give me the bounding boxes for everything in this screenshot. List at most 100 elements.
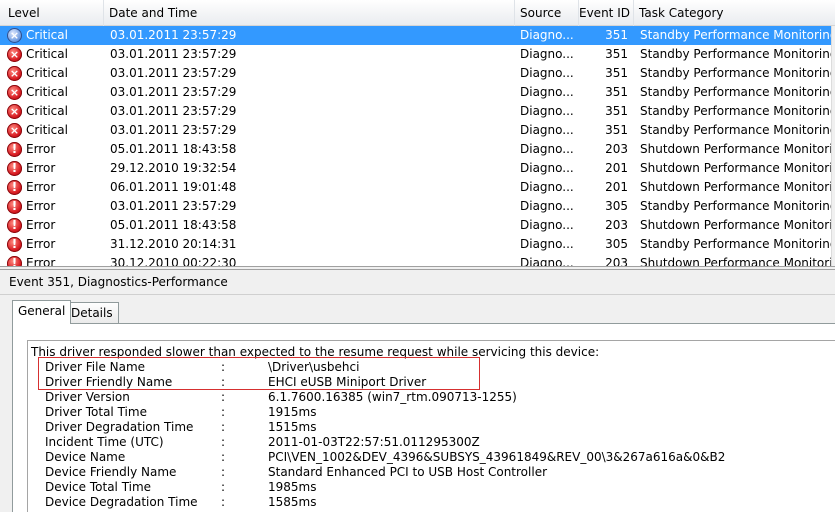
row-event-id: 203 xyxy=(605,218,628,232)
error-icon: ! xyxy=(7,237,22,252)
table-row[interactable]: × Critical 03.01.2011 23:57:29 Diagno... 351… xyxy=(0,102,835,121)
row-level-label: Critical xyxy=(26,28,68,42)
row-level: ! Error xyxy=(0,140,104,159)
property-name: Device Name xyxy=(45,450,126,464)
row-date: 05.01.2011 18:43:58 xyxy=(110,142,237,156)
error-icon: ! xyxy=(7,180,22,195)
property-name: Device Total Time xyxy=(45,480,152,494)
property-name: Driver Total Time xyxy=(45,405,147,419)
column-header-event-id[interactable]: Event ID xyxy=(579,0,634,26)
row-task-category: Standby Performance Monitoring xyxy=(640,47,835,61)
row-date: 03.01.2011 23:57:29 xyxy=(110,47,237,61)
event-rows: × Critical 03.01.2011 23:57:29 Diagno... 351… xyxy=(0,26,835,266)
row-task-category: Shutdown Performance Monitoring xyxy=(640,218,835,232)
property-value: 2011-01-03T22:57:51.011295300Z xyxy=(268,435,480,449)
error-icon: ! xyxy=(7,142,22,157)
event-message-box[interactable]: This driver responded slower than expect… xyxy=(27,340,835,512)
row-level: × Critical xyxy=(0,121,104,140)
row-level: ! Error xyxy=(0,216,104,235)
table-row[interactable]: ! Error 29.12.2010 19:32:54 Diagno... 201 Shu… xyxy=(0,159,835,178)
property-value: 6.1.7600.16385 (win7_rtm.090713-1255) xyxy=(268,390,517,404)
row-event-id: 201 xyxy=(605,180,628,194)
table-row[interactable]: ! Error 31.12.2010 20:14:31 Diagno... 305 Sta… xyxy=(0,235,835,254)
property-value: Standard Enhanced PCI to USB Host Contro… xyxy=(268,465,548,479)
row-level-label: Critical xyxy=(26,104,68,118)
row-date: 30.12.2010 00:22:30 xyxy=(110,256,237,266)
critical-icon: × xyxy=(7,123,22,138)
table-row[interactable]: ! Error 06.01.2011 19:01:48 Diagno... 201 Shu… xyxy=(0,178,835,197)
row-level: ! Error xyxy=(0,159,104,178)
column-header-row: ^ Level Date and Time Source Event ID Ta… xyxy=(0,0,835,26)
row-date: 03.01.2011 23:57:29 xyxy=(110,104,237,118)
row-date: 03.01.2011 23:57:29 xyxy=(110,199,237,213)
property-value: 1985ms xyxy=(268,480,317,494)
property-row: Device Degradation Time: 1585ms xyxy=(28,495,828,510)
table-row[interactable]: ! Error 30.12.2010 00:22:30 Diagno... 203 Shu… xyxy=(0,254,835,266)
critical-icon: × xyxy=(7,104,22,119)
row-date: 03.01.2011 23:57:29 xyxy=(110,66,237,80)
row-event-id: 351 xyxy=(605,123,628,137)
property-separator: : xyxy=(221,465,226,479)
row-level-label: Critical xyxy=(26,85,68,99)
property-separator: : xyxy=(221,405,226,419)
row-event-id: 351 xyxy=(605,47,628,61)
tab-general[interactable]: General xyxy=(12,300,72,324)
column-header-task-category[interactable]: Task Category xyxy=(634,0,835,26)
row-event-id: 305 xyxy=(605,237,628,251)
property-row: Device Total Time: 1985ms xyxy=(28,480,828,495)
table-row[interactable]: × Critical 03.01.2011 23:57:29 Diagno... 351… xyxy=(0,121,835,140)
row-task-category: Shutdown Performance Monitoring xyxy=(640,142,835,156)
row-event-id: 201 xyxy=(605,161,628,175)
row-level-label: Error xyxy=(26,161,56,175)
event-list[interactable]: ^ Level Date and Time Source Event ID Ta… xyxy=(0,0,835,266)
row-event-id: 305 xyxy=(605,199,628,213)
table-row[interactable]: ! Error 05.01.2011 18:43:58 Diagno... 203 Shu… xyxy=(0,216,835,235)
row-level-label: Error xyxy=(26,199,56,213)
row-date: 29.12.2010 19:32:54 xyxy=(110,161,237,175)
column-header-date[interactable]: Date and Time xyxy=(104,0,515,26)
table-row[interactable]: ! Error 03.01.2011 23:57:29 Diagno... 305 Sta… xyxy=(0,197,835,216)
row-source: Diagno... xyxy=(520,218,574,232)
detail-divider xyxy=(0,294,835,295)
critical-icon: × xyxy=(7,66,22,81)
table-row[interactable]: ! Error 05.01.2011 18:43:58 Diagno... 203 Shu… xyxy=(0,140,835,159)
row-source: Diagno... xyxy=(520,180,574,194)
table-row[interactable]: × Critical 03.01.2011 23:57:29 Diagno... 351… xyxy=(0,83,835,102)
column-header-source[interactable]: Source xyxy=(515,0,579,26)
row-source: Diagno... xyxy=(520,161,574,175)
property-separator: : xyxy=(221,435,226,449)
table-row[interactable]: × Critical 03.01.2011 23:57:29 Diagno... 351… xyxy=(0,64,835,83)
row-level-label: Error xyxy=(26,256,56,266)
property-name: Device Friendly Name xyxy=(45,465,177,479)
critical-icon: × xyxy=(7,85,22,100)
column-header-level-label: Level xyxy=(8,6,40,20)
row-task-category: Shutdown Performance Monitoring xyxy=(640,256,835,266)
row-task-category: Standby Performance Monitoring xyxy=(640,28,835,42)
critical-icon: × xyxy=(7,47,22,62)
property-separator: : xyxy=(221,495,226,509)
row-level-label: Error xyxy=(26,237,56,251)
table-row[interactable]: × Critical 03.01.2011 23:57:29 Diagno... 351… xyxy=(0,26,835,45)
row-task-category: Standby Performance Monitoring xyxy=(640,85,835,99)
row-task-category: Standby Performance Monitoring xyxy=(640,237,835,251)
vertical-scrollbar[interactable] xyxy=(831,26,835,266)
table-row[interactable]: × Critical 03.01.2011 23:57:29 Diagno... 351… xyxy=(0,45,835,64)
property-row: Driver Total Time: 1915ms xyxy=(28,405,828,420)
row-event-id: 203 xyxy=(605,142,628,156)
row-event-id: 351 xyxy=(605,85,628,99)
property-row: Driver Version: 6.1.7600.16385 (win7_rtm.… xyxy=(28,390,828,405)
row-level: ! Error xyxy=(0,235,104,254)
row-source: Diagno... xyxy=(520,104,574,118)
error-icon: ! xyxy=(7,256,22,266)
property-separator: : xyxy=(221,480,226,494)
property-value: 1915ms xyxy=(268,405,317,419)
tab-details[interactable]: Details xyxy=(65,302,119,324)
property-value: 1585ms xyxy=(268,495,317,509)
row-task-category: Standby Performance Monitoring xyxy=(640,104,835,118)
property-value: 1515ms xyxy=(268,420,317,434)
row-source: Diagno... xyxy=(520,199,574,213)
column-header-level[interactable]: ^ Level xyxy=(0,0,104,26)
row-source: Diagno... xyxy=(520,237,574,251)
property-row: Driver Degradation Time: 1515ms xyxy=(28,420,828,435)
property-row: Device Friendly Name: Standard Enhanced P… xyxy=(28,465,828,480)
